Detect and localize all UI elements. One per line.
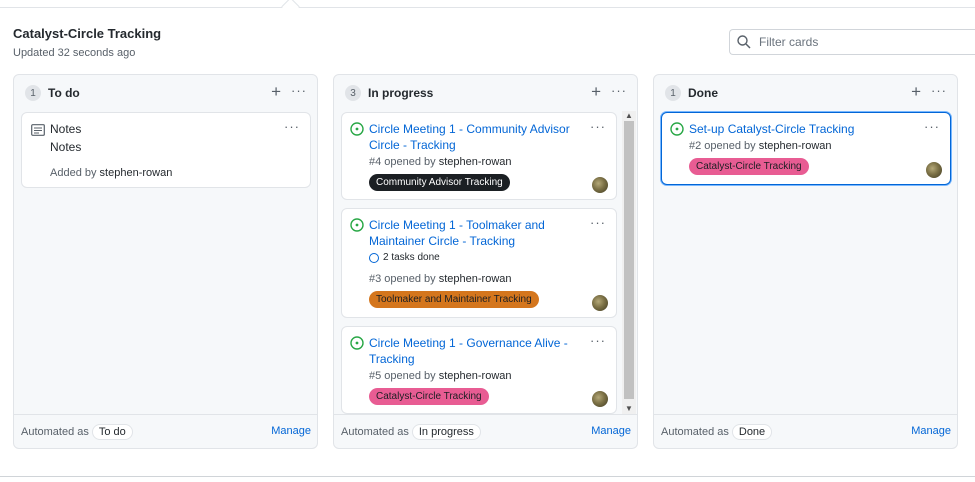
automated-as-label: Automated as	[661, 425, 729, 438]
issue-author[interactable]: stephen-rowan	[439, 370, 512, 382]
issue-card[interactable]: Circle Meeting 1 - Governance Alive - Tr…	[341, 326, 617, 414]
column-card-count: 3	[345, 85, 361, 101]
issue-card[interactable]: Circle Meeting 1 - Toolmaker and Maintai…	[341, 208, 617, 318]
column-in-progress: 3 In progress + ··· Circle Meeting 1 - C…	[333, 74, 638, 449]
card-menu-button[interactable]: ···	[924, 119, 940, 134]
issue-title-link[interactable]: Set-up Catalyst-Circle Tracking	[689, 121, 899, 137]
card-menu-button[interactable]: ···	[590, 215, 606, 230]
header-divider	[0, 7, 975, 8]
open-issue-icon	[350, 218, 364, 235]
column-footer: Automated as Done Manage	[654, 414, 957, 448]
note-added-by: Added by stephen-rowan	[50, 167, 172, 179]
issue-title-link[interactable]: Circle Meeting 1 - Community Advisor Cir…	[369, 121, 579, 153]
filter-cards-box[interactable]	[729, 29, 975, 55]
issue-number-opened-by: #5 opened by	[369, 370, 436, 382]
manage-automation-link[interactable]: Manage	[271, 425, 311, 437]
avatar[interactable]	[592, 391, 608, 407]
column-header: 1 To do + ···	[14, 75, 317, 111]
automation-badge: Done	[731, 423, 773, 440]
column-menu-button[interactable]: ···	[611, 83, 627, 99]
issue-label[interactable]: Toolmaker and Maintainer Tracking	[369, 291, 539, 308]
column-name: Done	[688, 86, 718, 100]
open-issue-icon	[350, 336, 364, 353]
column-menu-button[interactable]: ···	[291, 83, 307, 99]
note-title: Notes	[50, 122, 82, 136]
avatar[interactable]	[926, 162, 942, 178]
add-card-button[interactable]: +	[271, 83, 281, 101]
column-card-count: 1	[665, 85, 681, 101]
note-body: Notes	[50, 140, 82, 154]
issue-title-link[interactable]: Circle Meeting 1 - Governance Alive - Tr…	[369, 335, 579, 367]
issue-number-opened-by: #2 opened by	[689, 140, 756, 152]
column-name: To do	[48, 86, 80, 100]
page-bottom-divider	[0, 476, 975, 477]
issue-author[interactable]: stephen-rowan	[759, 140, 832, 152]
column-header: 1 Done + ···	[654, 75, 957, 111]
manage-automation-link[interactable]: Manage	[591, 425, 631, 437]
issue-number-opened-by: #4 opened by	[369, 156, 436, 168]
card-menu-button[interactable]: ···	[590, 333, 606, 348]
avatar[interactable]	[592, 295, 608, 311]
issue-label[interactable]: Community Advisor Tracking	[369, 174, 510, 191]
issue-title-link[interactable]: Circle Meeting 1 - Toolmaker and Maintai…	[369, 217, 579, 249]
issue-author[interactable]: stephen-rowan	[439, 156, 512, 168]
issue-card[interactable]: Circle Meeting 1 - Community Advisor Cir…	[341, 112, 617, 200]
scroll-up-arrow-icon[interactable]: ▲	[623, 111, 635, 121]
issue-meta: #4 opened by stephen-rowan	[369, 156, 512, 168]
column-menu-button[interactable]: ···	[931, 83, 947, 99]
issue-author[interactable]: stephen-rowan	[439, 273, 512, 285]
task-progress-text: 2 tasks done	[383, 252, 440, 263]
issue-card[interactable]: Set-up Catalyst-Circle Tracking #2 opene…	[661, 112, 951, 185]
column-footer: Automated as To do Manage	[14, 414, 317, 448]
note-card[interactable]: Notes Notes Added by stephen-rowan ···	[21, 112, 311, 188]
project-updated-time: Updated 32 seconds ago	[13, 47, 136, 59]
tab-pointer	[281, 0, 300, 16]
open-issue-icon	[670, 122, 684, 139]
automation-badge: To do	[91, 423, 133, 440]
manage-automation-link[interactable]: Manage	[911, 425, 951, 437]
column-card-count: 1	[25, 85, 41, 101]
issue-label[interactable]: Catalyst-Circle Tracking	[369, 388, 489, 405]
issue-meta: #2 opened by stephen-rowan	[689, 140, 832, 152]
card-menu-button[interactable]: ···	[590, 119, 606, 134]
issue-meta: #3 opened by stephen-rowan	[369, 273, 512, 285]
issue-number-opened-by: #3 opened by	[369, 273, 436, 285]
issue-label[interactable]: Catalyst-Circle Tracking	[689, 158, 809, 175]
automated-as-label: Automated as	[21, 425, 89, 438]
open-issue-icon	[350, 122, 364, 139]
issue-meta: #5 opened by stephen-rowan	[369, 370, 512, 382]
added-by-label: Added by	[50, 167, 97, 179]
task-progress-icon	[369, 252, 379, 263]
scroll-down-arrow-icon[interactable]: ▼	[623, 404, 635, 414]
column-to-do: 1 To do + ··· Notes Notes Added by steph…	[13, 74, 318, 449]
automation-badge: In progress	[411, 423, 481, 440]
task-progress: 2 tasks done	[369, 252, 440, 263]
card-menu-button[interactable]: ···	[284, 119, 300, 134]
column-name: In progress	[368, 86, 434, 100]
automated-as-label: Automated as	[341, 425, 409, 438]
scroll-thumb[interactable]	[624, 121, 634, 399]
search-icon	[737, 35, 757, 49]
note-icon	[31, 124, 45, 139]
add-card-button[interactable]: +	[911, 83, 921, 101]
column-footer: Automated as In progress Manage	[334, 414, 637, 448]
column-scrollbar[interactable]: ▲ ▼	[622, 111, 636, 414]
add-card-button[interactable]: +	[591, 83, 601, 101]
column-done: 1 Done + ··· Set-up Catalyst-Circle Trac…	[653, 74, 958, 449]
added-by-author[interactable]: stephen-rowan	[100, 167, 173, 179]
avatar[interactable]	[592, 177, 608, 193]
column-header: 3 In progress + ···	[334, 75, 637, 111]
filter-cards-input[interactable]	[757, 34, 961, 50]
project-title: Catalyst-Circle Tracking	[13, 26, 162, 41]
